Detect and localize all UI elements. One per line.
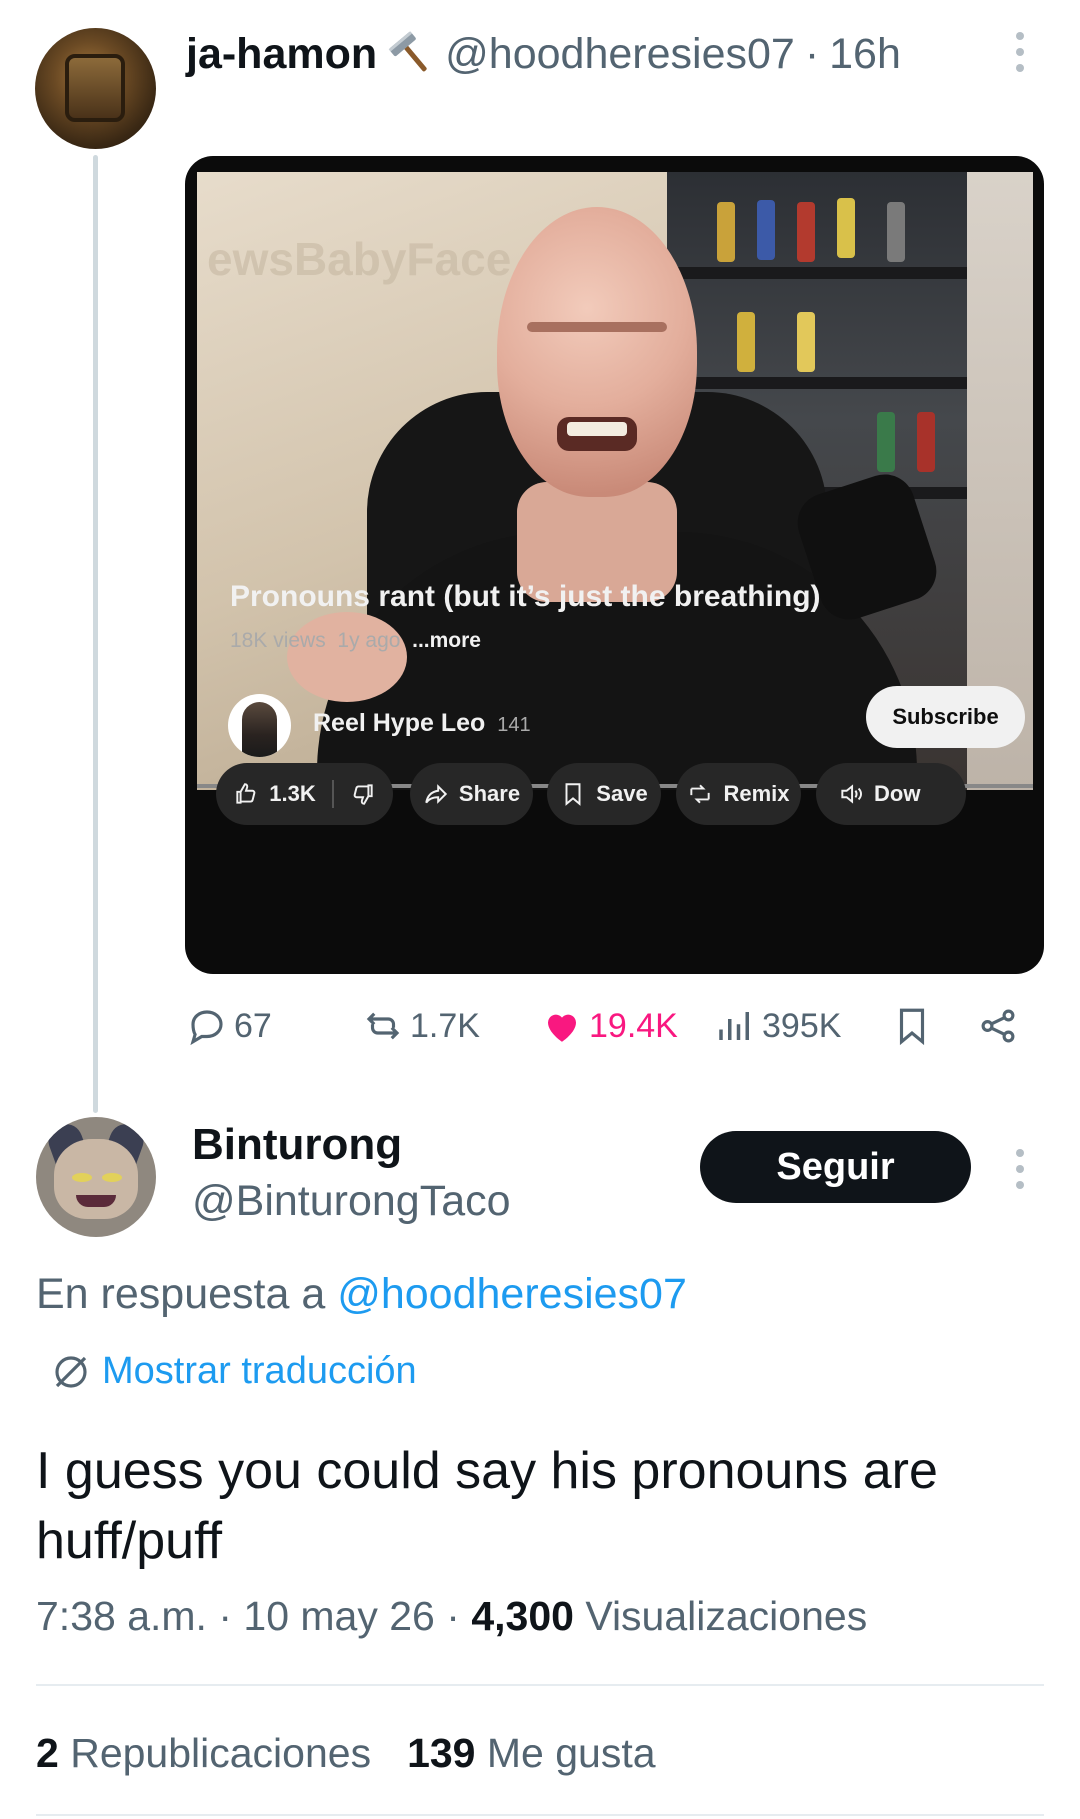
reposts-label: Republicaciones [70,1730,372,1776]
reposts-count: 2 [36,1730,59,1776]
author-avatar[interactable] [35,28,156,149]
author-handle[interactable]: @hoodheresies07 [445,30,795,79]
separator-dot: · [804,29,820,78]
views-action[interactable]: 395K [714,1005,841,1047]
reply-text: I guess you could say his pronouns are h… [36,1442,938,1570]
reply-author-avatar[interactable] [36,1117,156,1237]
video-more-link[interactable]: ...more [412,629,481,652]
reply-engagement-stats: 2 Republicaciones 139 Me gusta [36,1730,656,1777]
thumbs-down-icon[interactable] [350,781,376,807]
reply-author-handle[interactable]: @BinturongTaco [192,1177,511,1226]
video-views: 18K views [230,629,326,652]
wall-sign-text: ewsBabyFace [207,233,512,285]
channel-name[interactable]: Reel Hype Leo [313,709,485,737]
tweet-header: ja-hamon @hoodheresies07 · 16h [186,24,901,84]
reply-prefix: En respuesta a [36,1270,326,1318]
like-count: 19.4K [589,1006,678,1045]
download-button[interactable]: Dow [816,763,966,825]
speaker-icon[interactable] [838,781,864,807]
repost-action[interactable]: 1.7K [362,1005,480,1047]
more-options-icon[interactable] [1010,1149,1030,1189]
separator-dot: · [218,1593,232,1639]
video-age: 1y ago [337,629,401,652]
thread-connector-line [93,155,98,1113]
heart-filled-icon [548,1014,576,1042]
thumbs-up-icon[interactable] [233,781,259,807]
divider [36,1684,1044,1686]
reply-views-label: Visualizaciones [585,1593,868,1639]
subscribe-button[interactable]: Subscribe [866,686,1025,748]
remix-label: Remix [723,781,790,806]
author-name[interactable]: ja-hamon [186,30,377,79]
share-icon [981,1009,1015,1043]
download-label: Dow [874,781,921,806]
embedded-video-card[interactable]: ewsBabyFace Pronouns rant (but it’s just… [185,156,1044,974]
likes-label: Me gusta [486,1730,656,1776]
bookmark-action[interactable] [891,1005,933,1047]
separator-dot: · [446,1593,460,1639]
bookmark-icon [899,1008,925,1046]
share-button[interactable]: Share [410,763,533,825]
channel-info[interactable]: Reel Hype Leo 141 [313,709,531,738]
share-label: Share [458,781,521,806]
hammer-icon [388,31,427,72]
avatar-image [65,54,125,122]
reply-views-count: 4,300 [471,1593,574,1639]
bar-chart-icon [719,1012,749,1040]
reply-to-handle-link[interactable]: @hoodheresies07 [337,1270,687,1318]
repost-icon [366,1012,400,1040]
bookmark-icon [565,783,581,806]
reply-author-name[interactable]: Binturong [192,1120,402,1170]
show-translation-link[interactable]: Mostrar traducción [50,1350,417,1393]
repost-count: 1.7K [410,1006,480,1045]
like-dislike-pill[interactable]: 1.3K [216,763,393,825]
like-action[interactable]: 19.4K [541,1005,678,1047]
share-action[interactable] [977,1005,1019,1047]
follow-button[interactable]: Seguir [700,1131,971,1203]
video-meta: 18K views 1y ago ...more [230,629,481,653]
reply-action[interactable]: 67 [186,1005,272,1047]
reposts-stat[interactable]: 2 Republicaciones [36,1730,371,1777]
save-button[interactable]: Save [547,763,661,825]
reply-date[interactable]: 10 may 26 [243,1593,434,1639]
reply-meta: 7:38 a.m. · 10 may 26 · 4,300 Visualizac… [36,1593,867,1640]
reply-time[interactable]: 7:38 a.m. [36,1593,207,1639]
channel-subscribers: 141 [497,714,531,736]
translate-globe-icon [55,1355,87,1388]
translate-label: Mostrar traducción [102,1350,417,1392]
save-label: Save [596,781,648,806]
tweet-action-bar: 67 1.7K 19.4K 395K [0,1005,1080,1057]
view-count: 395K [762,1006,842,1045]
reply-context: En respuesta a @hoodheresies07 [36,1270,687,1319]
share-arrow-icon [425,784,448,804]
divider [36,1814,1044,1816]
remix-button[interactable]: Remix [676,763,801,825]
likes-stat[interactable]: 139 Me gusta [407,1730,655,1777]
like-count: 1.3K [269,781,316,806]
reply-bubble-icon [190,1010,223,1046]
more-options-icon[interactable] [1010,32,1030,72]
channel-avatar[interactable] [228,694,291,757]
video-title[interactable]: Pronouns rant (but it’s just the breathi… [230,580,821,614]
tweet-time[interactable]: 16h [829,30,901,79]
reply-count: 67 [234,1006,272,1045]
remix-icon [690,784,711,804]
likes-count: 139 [407,1730,476,1776]
